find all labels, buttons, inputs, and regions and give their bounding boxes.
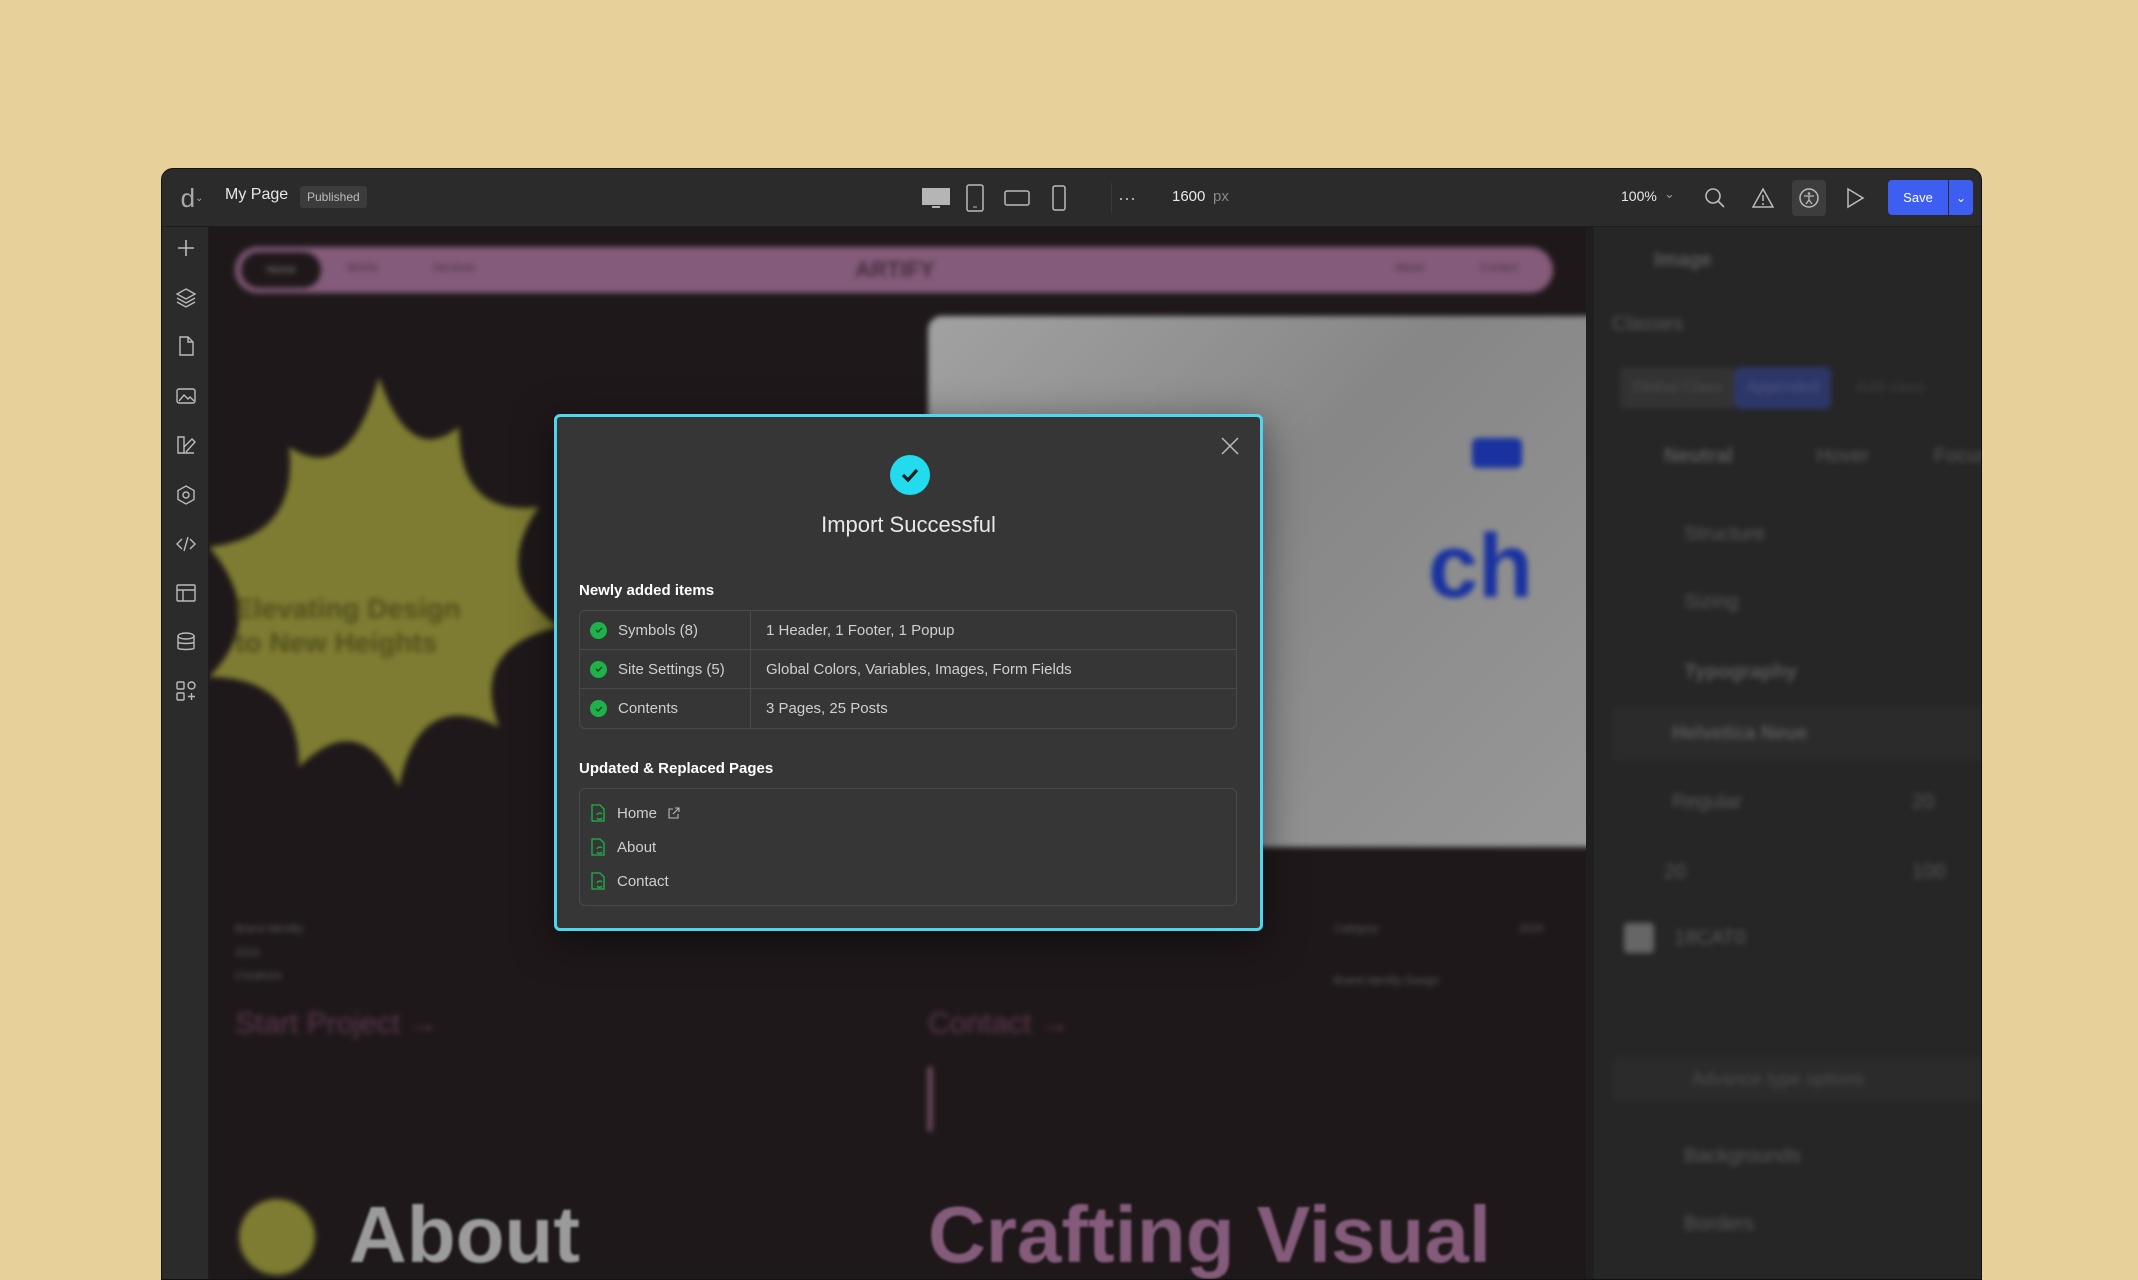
warning-icon[interactable] [1750,185,1776,211]
dialog-title: Import Successful [821,512,996,537]
list-item[interactable]: Home [580,796,1236,830]
code-icon[interactable] [174,532,198,556]
desktop-icon[interactable] [921,185,951,211]
item-label: Symbols (8) [618,621,699,639]
apps-icon[interactable] [174,679,198,703]
add-icon[interactable] [174,236,198,260]
left-sidebar [162,227,209,1279]
page-name: About [617,838,657,856]
import-success-dialog: Import Successful Newly added items Symb… [554,414,1263,931]
top-toolbar: d ⌄ My Page Published ··· 1600 px 100% ⌄ … [162,169,1981,227]
zoom-select[interactable]: 100% [1621,188,1657,204]
save-options-button[interactable]: ⌄ [1949,180,1973,215]
search-icon[interactable] [1702,185,1728,211]
save-button[interactable]: Save [1888,180,1948,215]
check-circle-icon [590,621,607,639]
item-label: Contents [618,700,679,717]
table-row: Contents 3 Pages, 25 Posts [580,689,1236,728]
tablet-icon[interactable] [965,183,985,213]
item-detail: 1 Header, 1 Footer, 1 Popup [766,621,955,639]
chevron-down-icon[interactable]: ⌄ [1664,186,1675,202]
page-sync-icon [591,872,605,890]
page-name: Home [617,804,658,822]
chevron-down-icon: ⌄ [1955,190,1967,205]
width-value[interactable]: 1600 [1172,188,1205,205]
divider [1111,183,1112,213]
page-name: Contact [617,872,669,890]
templates-icon[interactable] [174,581,198,605]
components-icon[interactable] [174,483,198,507]
newly-added-table: Symbols (8) 1 Header, 1 Footer, 1 Popup S… [579,610,1237,729]
status-badge: Published [300,186,367,208]
item-label: Site Settings (5) [618,660,725,678]
preview-play-icon[interactable] [1842,185,1868,211]
close-icon[interactable] [1219,435,1243,459]
media-icon[interactable] [174,384,198,408]
table-row: Symbols (8) 1 Header, 1 Footer, 1 Popup [580,611,1236,650]
check-circle-icon [590,700,607,717]
logo-menu-icon[interactable]: d ⌄ [174,183,210,213]
width-unit: px [1213,188,1229,205]
list-item[interactable]: Contact [580,864,1236,898]
tablet-landscape-icon[interactable] [1003,185,1031,211]
page-title: My Page [225,186,289,203]
newly-added-heading: Newly added items [579,582,715,599]
layers-icon[interactable] [174,285,198,309]
table-row: Site Settings (5) Global Colors, Variable… [580,650,1236,689]
accessibility-icon[interactable] [1792,180,1826,216]
database-icon[interactable] [174,630,198,654]
styles-icon[interactable] [174,433,198,457]
check-circle-icon [590,660,607,678]
item-detail: Global Colors, Variables, Images, Form F… [766,660,1072,678]
list-item[interactable]: About [580,830,1236,864]
page-sync-icon [591,838,605,856]
mobile-icon[interactable] [1050,183,1068,213]
item-detail: 3 Pages, 25 Posts [766,700,888,717]
updated-pages-heading: Updated & Replaced Pages [579,760,774,777]
more-icon[interactable]: ··· [1117,183,1137,213]
page-sync-icon [591,804,605,822]
pages-icon[interactable] [174,334,198,358]
external-link-icon[interactable] [668,807,680,819]
success-check-icon [890,455,930,495]
updated-pages-list: Home About Contact [579,788,1237,906]
